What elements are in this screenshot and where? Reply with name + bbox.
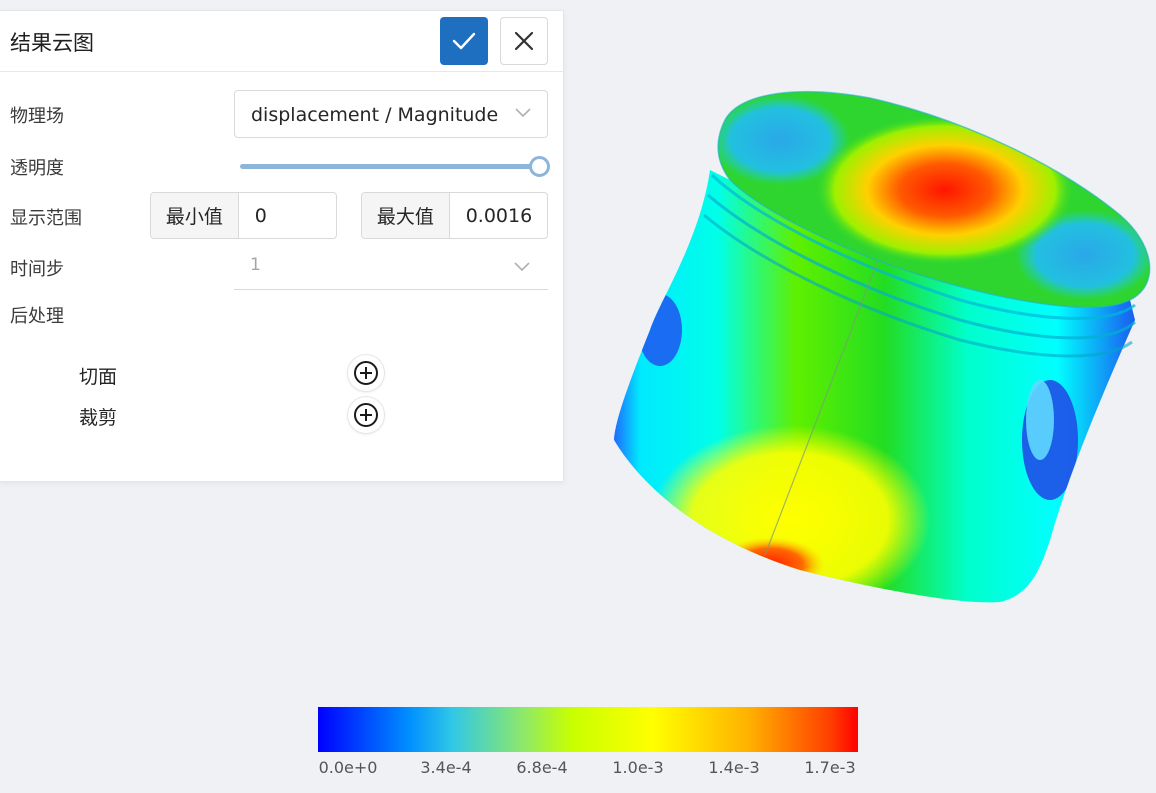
legend-label: 1.4e-3 (708, 758, 760, 777)
panel-title: 结果云图 (10, 31, 94, 55)
field-select-value: displacement / Magnitude (251, 104, 499, 126)
result-contour-panel: 结果云图 物理场 displacement / Magnitude 透明度 显示… (0, 10, 564, 482)
add-slice-button[interactable] (348, 355, 384, 391)
close-icon (514, 31, 534, 51)
model-viewport[interactable] (600, 80, 1156, 620)
timestep-value: 1 (250, 255, 261, 275)
min-addon: 最小值 (151, 193, 239, 238)
field-select[interactable]: displacement / Magnitude (234, 90, 548, 138)
timestep-select[interactable]: 1 (234, 246, 548, 290)
panel-header: 结果云图 (0, 11, 563, 72)
min-value-input[interactable]: 0 (239, 193, 336, 238)
legend-label: 1.7e-3 (804, 758, 856, 777)
clip-label: 裁剪 (79, 407, 118, 429)
color-legend-bar (318, 707, 858, 752)
max-value-input[interactable]: 0.0016 (450, 193, 547, 238)
add-clip-button[interactable] (348, 397, 384, 433)
max-addon: 最大值 (362, 193, 450, 238)
min-range-group: 最小值 0 (150, 192, 337, 239)
max-range-group: 最大值 0.0016 (361, 192, 548, 239)
slice-label: 切面 (79, 366, 118, 388)
opacity-slider-track[interactable] (240, 164, 540, 169)
legend-label: 3.4e-4 (420, 758, 472, 777)
postprocess-label: 后处理 (10, 306, 64, 327)
range-label: 显示范围 (10, 208, 82, 229)
legend-label: 6.8e-4 (516, 758, 568, 777)
legend-label: 0.0e+0 (318, 758, 378, 777)
timestep-label: 时间步 (10, 259, 64, 280)
opacity-label: 透明度 (10, 158, 64, 179)
check-icon (452, 32, 476, 50)
plus-circle-icon (354, 403, 378, 427)
confirm-button[interactable] (440, 17, 488, 65)
plus-circle-icon (354, 361, 378, 385)
close-button[interactable] (500, 17, 548, 65)
opacity-slider-handle[interactable] (529, 156, 550, 177)
chevron-down-icon (514, 262, 530, 272)
chevron-down-icon (515, 108, 531, 118)
field-label: 物理场 (10, 106, 64, 127)
legend-label: 1.0e-3 (612, 758, 664, 777)
